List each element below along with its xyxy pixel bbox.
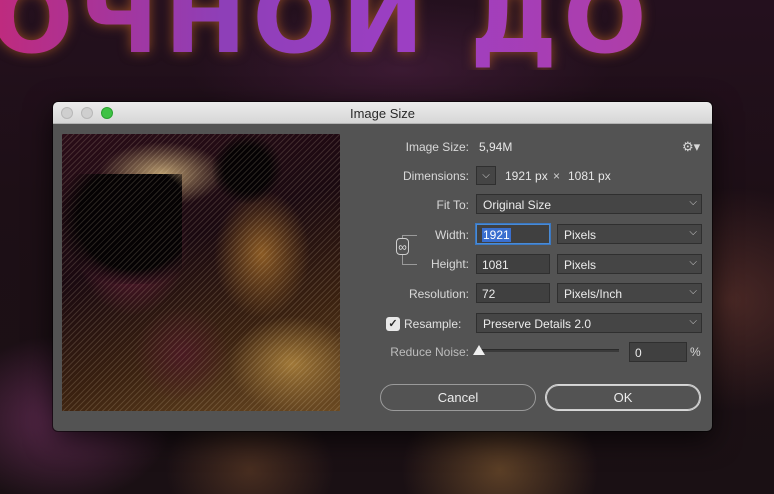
gear-icon[interactable]: ⚙▾ — [682, 139, 700, 155]
height-label: Height: — [430, 257, 469, 271]
reduce-noise-slider-thumb[interactable] — [473, 345, 485, 355]
resolution-label: Resolution: — [408, 287, 469, 301]
preview-figure-shadow — [62, 174, 182, 284]
chevron-down-icon: ⌵ — [482, 170, 490, 181]
image-size-value: 5,94M — [479, 140, 513, 154]
width-unit-select[interactable]: Pixels ⌵ — [557, 224, 702, 244]
fit-to-selected: Original Size — [483, 198, 552, 212]
canvas-banner-artwork: ОЧНОЙ ДО — [0, 0, 774, 70]
fit-to-label: Fit To: — [436, 198, 469, 212]
image-preview[interactable] — [62, 134, 340, 411]
reduce-noise-unit: % — [690, 345, 701, 359]
height-input[interactable]: 1081 — [476, 254, 550, 274]
ok-button[interactable]: OK — [545, 384, 701, 411]
chevron-down-icon: ⌵ — [689, 227, 697, 238]
reduce-noise-value: 0 — [635, 346, 642, 360]
image-size-label: Image Size: — [405, 140, 469, 154]
fit-to-select[interactable]: Original Size ⌵ — [476, 194, 702, 214]
reduce-noise-label: Reduce Noise: — [390, 345, 469, 359]
resolution-unit-select[interactable]: Pixels/Inch ⌵ — [557, 283, 702, 303]
height-value: 1081 — [482, 258, 509, 272]
dimensions-width: 1921 px — [505, 169, 548, 183]
resolution-unit: Pixels/Inch — [564, 287, 623, 301]
title-bar[interactable]: Image Size — [53, 102, 712, 124]
image-size-dialog: Image Size Image Size: 5,94M ⚙▾ Dimensio… — [53, 102, 712, 431]
resample-method-select[interactable]: Preserve Details 2.0 ⌵ — [476, 313, 702, 333]
dimensions-unit-dropdown[interactable]: ⌵ — [476, 166, 496, 185]
checkmark-icon: ✓ — [388, 318, 398, 330]
resample-label[interactable]: Resample: — [404, 317, 461, 331]
resolution-value: 72 — [482, 287, 496, 301]
resample-method: Preserve Details 2.0 — [483, 317, 592, 331]
height-unit: Pixels — [564, 258, 597, 272]
reduce-noise-input[interactable]: 0 — [629, 342, 687, 362]
resolution-input[interactable]: 72 — [476, 283, 550, 303]
chevron-down-icon: ⌵ — [689, 286, 697, 297]
reduce-noise-slider-track[interactable] — [479, 349, 619, 352]
height-unit-select[interactable]: Pixels ⌵ — [557, 254, 702, 274]
chevron-down-icon: ⌵ — [689, 257, 697, 268]
dimensions-label: Dimensions: — [402, 169, 469, 183]
chevron-down-icon: ⌵ — [689, 316, 697, 327]
dimensions-times: × — [553, 169, 561, 183]
banner-text: ОЧНОЙ ДО — [0, 0, 653, 70]
width-label: Width: — [434, 228, 469, 242]
cancel-button[interactable]: Cancel — [380, 384, 536, 411]
dialog-title: Image Size — [349, 106, 416, 121]
width-unit: Pixels — [564, 228, 597, 242]
dimensions-height: 1081 px — [568, 169, 611, 183]
chevron-down-icon: ⌵ — [689, 197, 697, 208]
preview-hat-shadow — [212, 134, 282, 204]
width-value: 1921 — [482, 228, 511, 242]
resample-checkbox[interactable]: ✓ — [386, 317, 400, 331]
width-input[interactable]: 1921 — [476, 224, 550, 244]
